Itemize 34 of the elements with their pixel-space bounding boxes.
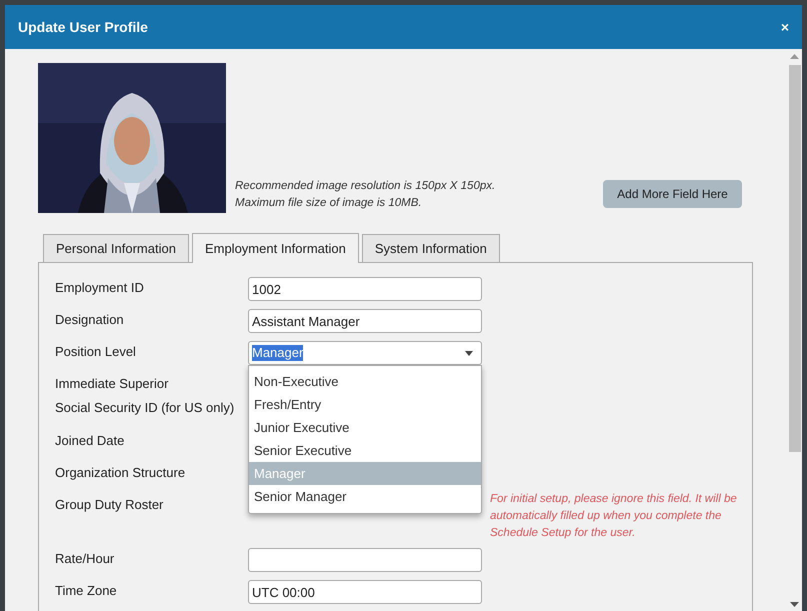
text-field[interactable] — [248, 548, 482, 572]
scroll-up-icon[interactable] — [790, 54, 799, 59]
tab[interactable]: Employment Information — [192, 233, 359, 263]
add-field-button[interactable]: Add More Field Here — [603, 180, 742, 208]
field-label: Joined Date — [55, 433, 126, 449]
text-field[interactable]: UTC 00:00 — [248, 580, 482, 604]
field-label: Employment ID — [55, 280, 145, 296]
text-field[interactable]: 1002 — [248, 277, 482, 301]
tab[interactable]: System Information — [362, 234, 500, 262]
field-label: Social Security ID (for US only) — [55, 400, 236, 416]
tab[interactable]: Personal Information — [43, 234, 189, 262]
dropdown-option[interactable]: Senior Executive — [249, 439, 481, 462]
field-label: Time Zone — [55, 583, 118, 599]
field-label: Designation — [55, 312, 125, 328]
field-label: Group Duty Roster — [55, 497, 164, 513]
text-field[interactable]: Assistant Manager — [248, 309, 482, 333]
scrollbar-thumb[interactable] — [788, 65, 800, 452]
select-field[interactable]: Manager — [248, 341, 482, 365]
dialog-title: Update User Profile — [18, 18, 148, 37]
caret-icon — [465, 350, 473, 356]
dropdown-option[interactable]: Senior Manager — [249, 485, 481, 508]
image-hint: Recommended image resolution is 150px X 150px. — [235, 179, 496, 194]
field-label: Immediate Superior — [55, 376, 170, 392]
image-hint: Maximum file size of image is 10MB. — [235, 196, 423, 211]
scroll-down-icon[interactable] — [790, 602, 799, 607]
close-button[interactable]: × — [780, 16, 789, 38]
dropdown-option[interactable]: Fresh/Entry — [249, 393, 481, 416]
field-label: Rate/Hour — [55, 551, 116, 567]
dropdown-option[interactable]: Junior Executive — [249, 416, 481, 439]
field-label: Organization Structure — [55, 465, 186, 481]
field-label: Position Level — [55, 344, 137, 360]
dropdown-option[interactable]: Non-Executive — [249, 370, 481, 393]
field-note: For initial setup, please ignore this field. It will be automatically filled up when you complete the Schedule Setup for the user. — [490, 492, 738, 541]
selected-value: Manager — [252, 345, 304, 361]
